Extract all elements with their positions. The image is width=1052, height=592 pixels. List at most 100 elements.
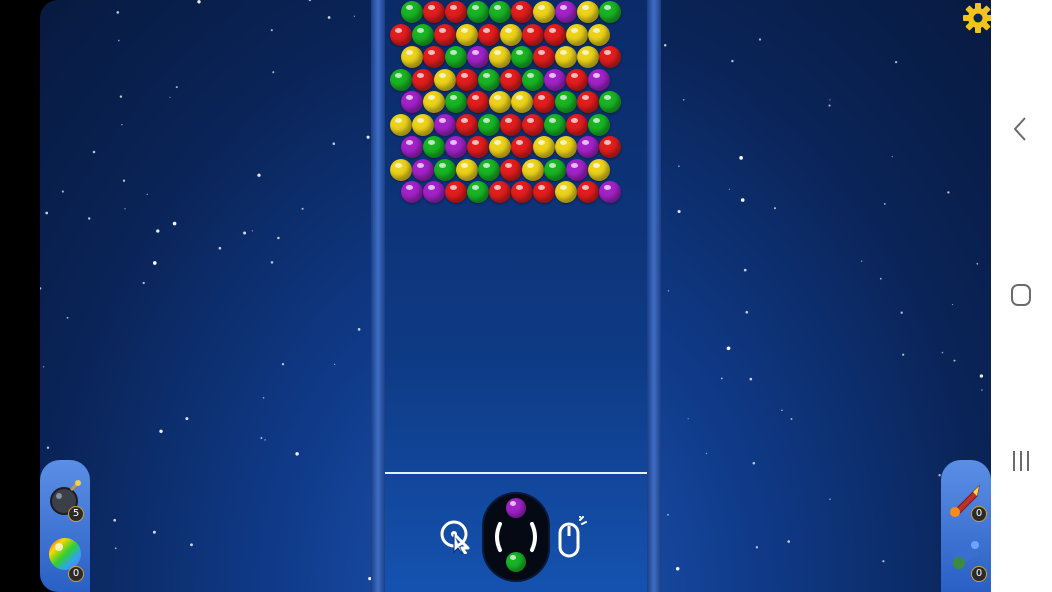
bubble-purple: [401, 91, 423, 113]
star: [790, 418, 793, 420]
bubble-red: [533, 91, 555, 113]
star: [663, 44, 667, 47]
bubble-purple: [467, 46, 489, 68]
star: [781, 409, 783, 412]
star: [739, 156, 743, 160]
star: [894, 60, 898, 64]
bubble-purple: [588, 68, 610, 91]
star: [260, 437, 263, 439]
bubble-green: [478, 113, 500, 136]
bubble-red: [423, 46, 445, 68]
star: [941, 351, 944, 354]
star: [976, 262, 979, 265]
bubble-red: [566, 68, 588, 91]
star: [353, 15, 356, 17]
star: [159, 429, 163, 434]
bubble-yellow: [588, 158, 610, 181]
cannon-count: 0: [971, 566, 987, 582]
star: [705, 452, 708, 455]
home-icon[interactable]: [1006, 280, 1036, 310]
star: [752, 461, 756, 465]
star: [218, 246, 222, 250]
bubble-green: [423, 136, 445, 158]
star: [116, 11, 120, 14]
bubble-green: [544, 113, 566, 136]
star: [333, 363, 336, 366]
bubble-yellow: [489, 136, 511, 158]
fire-rocket-count: 0: [971, 506, 987, 522]
next-bubble: [506, 498, 526, 518]
star: [332, 142, 336, 145]
bubble-green: [478, 68, 500, 91]
bubble-red: [544, 23, 566, 46]
star: [366, 135, 370, 139]
bubble-yellow: [577, 1, 599, 23]
star: [262, 396, 265, 399]
star: [169, 96, 171, 98]
bubble-yellow: [555, 181, 577, 203]
bubble-yellow: [489, 46, 511, 68]
star: [740, 198, 745, 202]
star: [743, 268, 747, 272]
star: [156, 229, 160, 233]
star: [172, 221, 177, 226]
star: [675, 567, 680, 571]
bubble-red: [456, 113, 478, 136]
bubble-purple: [577, 136, 599, 158]
star: [301, 207, 304, 210]
star: [902, 353, 905, 356]
star: [667, 513, 669, 516]
star: [787, 540, 791, 543]
star: [251, 230, 253, 232]
bubble-yellow: [555, 46, 577, 68]
bubble-yellow: [412, 113, 434, 136]
gear-icon[interactable]: [963, 3, 993, 33]
bubble-launcher[interactable]: [484, 494, 548, 580]
star: [900, 311, 903, 314]
star: [66, 316, 69, 319]
star: [883, 202, 886, 205]
star: [726, 346, 731, 351]
star: [270, 29, 273, 32]
star: [152, 261, 157, 265]
bubble-green: [599, 1, 621, 23]
star: [175, 86, 178, 89]
android-nav-bar: [991, 0, 1052, 592]
bubble-yellow: [456, 23, 478, 46]
bubble-yellow: [511, 91, 533, 113]
bubble-red: [478, 23, 500, 46]
star: [277, 236, 280, 240]
bubble-red: [423, 1, 445, 23]
bubble-purple: [412, 158, 434, 181]
star: [327, 16, 331, 19]
bubble-purple: [544, 68, 566, 91]
star: [979, 374, 984, 378]
bubble-green: [445, 46, 467, 68]
back-icon[interactable]: [1006, 114, 1036, 144]
star: [152, 530, 156, 534]
bubble-yellow: [423, 91, 445, 113]
bubble-purple: [401, 181, 423, 203]
star: [728, 188, 731, 191]
star: [773, 207, 777, 210]
rainbow-ball-count: 0: [68, 566, 84, 582]
star: [357, 328, 361, 331]
bubble-red: [412, 68, 434, 91]
aim-cursor-icon[interactable]: [440, 518, 472, 554]
star: [117, 39, 120, 42]
star: [891, 155, 893, 158]
bubble-green: [412, 23, 434, 46]
bomb-count: 5: [68, 506, 84, 522]
star: [190, 543, 193, 547]
bubble-red: [511, 181, 533, 203]
star: [121, 123, 123, 126]
star: [755, 546, 759, 549]
mouse-icon[interactable]: [558, 516, 588, 558]
star: [40, 287, 42, 290]
bubble-purple: [555, 1, 577, 23]
star: [829, 99, 831, 101]
star: [829, 498, 831, 500]
star: [122, 179, 126, 182]
recents-icon[interactable]: [1006, 446, 1036, 476]
star: [758, 38, 762, 41]
